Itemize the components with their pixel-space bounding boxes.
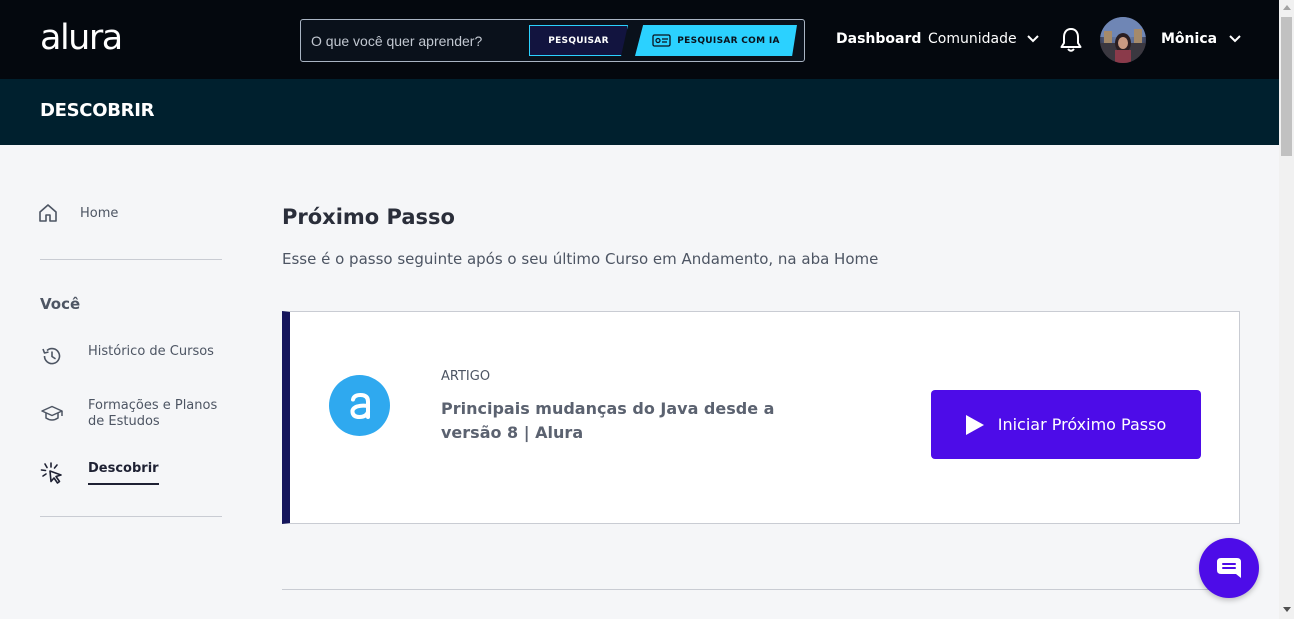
- home-icon: [39, 204, 57, 222]
- section-description: Esse é o passo seguinte após o seu últim…: [282, 250, 879, 268]
- sidebar-divider: [40, 259, 222, 260]
- sidebar-divider: [40, 516, 222, 517]
- search-input[interactable]: [311, 20, 526, 61]
- sparkle-cursor-icon: [40, 462, 62, 484]
- nav-comunidade-label: Comunidade: [928, 31, 1017, 47]
- bell-icon[interactable]: [1059, 27, 1083, 53]
- search-button[interactable]: PESQUISAR: [529, 25, 628, 56]
- top-header: alura PESQUISAR PESQUISAR COM IA Dashboa…: [0, 0, 1279, 79]
- sidebar-item-label: Formações e Planos de Estudos: [88, 398, 218, 429]
- graduation-cap-icon: [41, 405, 63, 421]
- alura-a-logo-icon: [329, 375, 390, 436]
- user-avatar[interactable]: [1100, 17, 1146, 63]
- user-name-label: Mônica: [1161, 31, 1218, 47]
- page-banner-title: DESCOBRIR: [40, 100, 155, 121]
- sidebar-item-historico[interactable]: Histórico de Cursos: [40, 344, 214, 368]
- search-with-ai-button[interactable]: PESQUISAR COM IA: [635, 25, 797, 56]
- scroll-down-arrow-icon[interactable]: [1283, 607, 1291, 612]
- content-title[interactable]: Principais mudanças do Java desde a vers…: [441, 397, 801, 445]
- chat-support-button[interactable]: [1199, 538, 1259, 598]
- scrollbar-thumb[interactable]: [1281, 17, 1292, 156]
- user-menu[interactable]: Mônica: [1161, 31, 1241, 47]
- content-divider: [282, 589, 1240, 590]
- history-icon: [42, 347, 61, 365]
- sidebar-item-descobrir[interactable]: Descobrir: [40, 461, 159, 485]
- chat-bubble-icon: [1217, 558, 1241, 578]
- nav-comunidade-dropdown[interactable]: Comunidade: [928, 31, 1039, 47]
- sidebar-item-label: Descobrir: [88, 461, 159, 485]
- alura-logo[interactable]: alura: [40, 18, 123, 58]
- section-title: Próximo Passo: [282, 205, 455, 229]
- search-with-ai-label: PESQUISAR COM IA: [677, 35, 780, 46]
- alura-a-glyph: [349, 392, 370, 419]
- chevron-down-icon: [1026, 35, 1039, 43]
- content-type-label: ARTIGO: [441, 369, 491, 384]
- page-scrollbar[interactable]: [1279, 0, 1294, 619]
- ticket-icon: [652, 34, 671, 47]
- avatar-photo: [1100, 17, 1146, 63]
- nav-dashboard-link[interactable]: Dashboard: [836, 31, 921, 47]
- start-next-step-label: Iniciar Próximo Passo: [997, 415, 1167, 434]
- search-bar: PESQUISAR PESQUISAR COM IA: [300, 19, 805, 62]
- sidebar-item-label: Histórico de Cursos: [88, 344, 214, 359]
- scroll-up-arrow-icon[interactable]: [1283, 5, 1291, 10]
- search-button-label: PESQUISAR: [548, 35, 609, 46]
- page-banner: DESCOBRIR: [0, 79, 1279, 145]
- sidebar-section-title: Você: [40, 295, 81, 313]
- sidebar-item-home[interactable]: Home: [38, 203, 118, 223]
- next-step-card: ARTIGO Principais mudanças do Java desde…: [282, 311, 1240, 524]
- sidebar-item-label: Home: [80, 205, 119, 221]
- play-icon: [965, 414, 984, 435]
- start-next-step-button[interactable]: Iniciar Próximo Passo: [931, 390, 1201, 459]
- sidebar-item-formacoes[interactable]: Formações e Planos de Estudos: [40, 398, 228, 430]
- chevron-down-icon: [1229, 35, 1241, 43]
